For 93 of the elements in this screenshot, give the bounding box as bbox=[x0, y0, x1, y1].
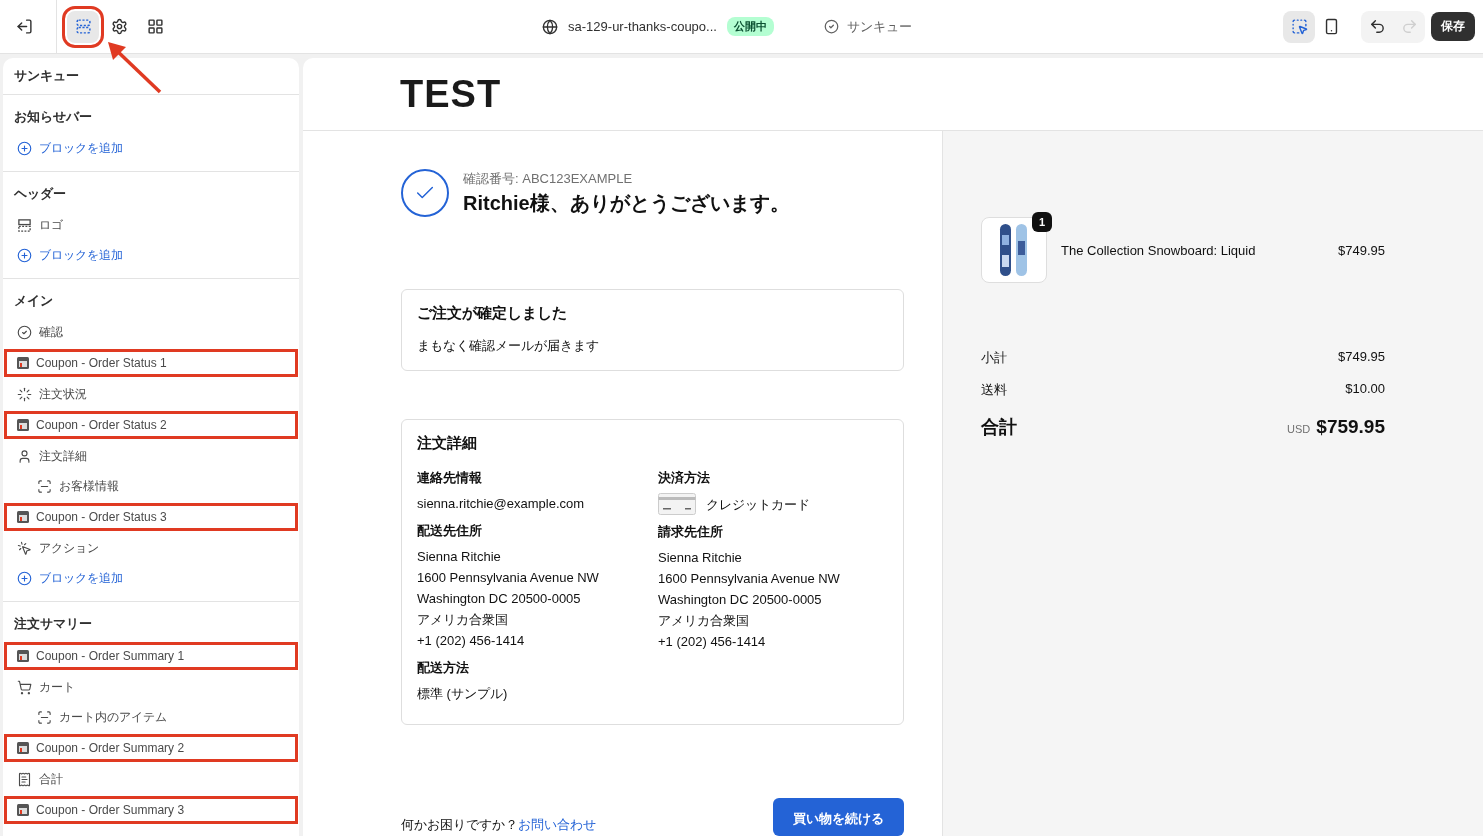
template-selector[interactable]: サンキュー bbox=[823, 17, 912, 36]
card-title: 注文詳細 bbox=[417, 434, 478, 453]
settings-icon bbox=[110, 18, 128, 35]
coupon-block-icon bbox=[17, 804, 29, 816]
save-button[interactable]: 保存 bbox=[1431, 12, 1475, 41]
add-block-link[interactable]: ブロックを追加 bbox=[3, 563, 299, 593]
quantity-badge: 1 bbox=[1032, 212, 1052, 232]
check-circle-icon bbox=[17, 324, 32, 340]
detail-text: アメリカ合衆国 bbox=[417, 611, 509, 629]
inspect-icon bbox=[1290, 18, 1308, 35]
detail-label: 配送先住所 bbox=[417, 522, 483, 540]
block-icon bbox=[37, 709, 52, 725]
sidebar-item[interactable]: 合計 bbox=[3, 764, 299, 794]
sections-icon bbox=[74, 18, 92, 35]
detail-text: Washington DC 20500-0005 bbox=[417, 590, 582, 608]
header-block-icon bbox=[17, 217, 32, 233]
add-block-link[interactable]: ブロックを追加 bbox=[3, 240, 299, 270]
total-value: $759.95 bbox=[1316, 416, 1385, 437]
sidebar-item[interactable]: ロゴ bbox=[3, 210, 299, 240]
apps-icon bbox=[146, 18, 164, 35]
detail-text: 1600 Pennsylvania Avenue NW bbox=[658, 570, 841, 588]
sidebar-item[interactable]: お客様情報 bbox=[3, 471, 299, 501]
sidebar-item[interactable]: Coupon - Order Summary 2 bbox=[3, 733, 299, 763]
detail-label: 配送方法 bbox=[417, 659, 470, 677]
sidebar-item[interactable]: カート内のアイテム bbox=[3, 702, 299, 732]
coupon-block-icon bbox=[17, 419, 29, 431]
undo-icon bbox=[1368, 18, 1386, 35]
sidebar-item[interactable]: Coupon - Order Summary 3 bbox=[3, 795, 299, 825]
detail-text: アメリカ合衆国 bbox=[658, 612, 750, 630]
credit-card-icon bbox=[658, 493, 696, 515]
redo-icon bbox=[1400, 18, 1418, 35]
confirmation-number: 確認番号: ABC123EXAMPLE bbox=[463, 169, 634, 188]
product-name: The Collection Snowboard: Liquid bbox=[1061, 242, 1257, 258]
sidebar-item[interactable]: 注文状況 bbox=[3, 379, 299, 409]
detail-text: sienna.ritchie@example.com bbox=[417, 495, 586, 513]
action-icon bbox=[17, 540, 32, 556]
sidebar-item[interactable]: Coupon - Order Status 2 bbox=[3, 410, 299, 440]
check-circle-icon bbox=[823, 19, 839, 34]
coupon-block-icon bbox=[17, 357, 29, 369]
help-text: 何かお困りですか？お問い合わせ bbox=[401, 816, 596, 834]
detail-text: Sienna Ritchie bbox=[417, 548, 502, 566]
cart-icon bbox=[17, 679, 32, 695]
detail-label: 連絡先情報 bbox=[417, 469, 483, 487]
contact-link[interactable]: お問い合わせ bbox=[518, 817, 596, 832]
section-heading: ヘッダー bbox=[13, 185, 67, 203]
sidebar-item[interactable]: アクション bbox=[3, 533, 299, 563]
thank-you-heading: Ritchie様、ありがとうございます。 bbox=[463, 190, 790, 216]
page-icon bbox=[542, 18, 559, 35]
page-title[interactable]: sa-129-ur-thanks-coupo... bbox=[568, 19, 717, 34]
summary-value: $749.95 bbox=[1338, 349, 1385, 366]
section-heading: お知らせバー bbox=[13, 108, 93, 126]
section-heading: メイン bbox=[13, 292, 54, 310]
detail-text: 1600 Pennsylvania Avenue NW bbox=[417, 569, 600, 587]
continue-shopping-button[interactable]: 買い物を続ける bbox=[773, 798, 904, 836]
detail-label: 決済方法 bbox=[658, 469, 711, 487]
detail-text: 標準 (サンプル) bbox=[417, 685, 509, 703]
sidebar-item[interactable]: Coupon - Order Status 3 bbox=[3, 502, 299, 532]
summary-value: $10.00 bbox=[1345, 381, 1385, 398]
summary-label: 小計 bbox=[981, 349, 1007, 367]
card-title: ご注文が確定しました bbox=[417, 304, 568, 323]
exit-icon bbox=[15, 18, 33, 35]
product-price: $749.95 bbox=[1338, 242, 1385, 258]
total-label: 合計 bbox=[981, 416, 1017, 439]
coupon-block-icon bbox=[17, 511, 29, 523]
inspect-button[interactable] bbox=[1283, 10, 1315, 43]
person-icon bbox=[17, 448, 32, 464]
detail-text: +1 (202) 456-1414 bbox=[658, 633, 767, 651]
check-circle-icon bbox=[401, 169, 449, 217]
coupon-block-icon bbox=[17, 742, 29, 754]
add-icon bbox=[17, 570, 32, 586]
add-icon bbox=[17, 140, 32, 156]
sidebar-item[interactable]: 注文詳細 bbox=[3, 441, 299, 471]
block-icon bbox=[37, 478, 52, 494]
summary-label: 送料 bbox=[981, 381, 1007, 399]
section-heading: 注文サマリー bbox=[13, 615, 93, 633]
currency-code: USD bbox=[1287, 423, 1311, 435]
status-badge: 公開中 bbox=[726, 17, 774, 36]
coupon-block-icon bbox=[17, 650, 29, 662]
add-block-link[interactable]: ブロックを追加 bbox=[3, 133, 299, 163]
detail-text: クレジットカード bbox=[706, 495, 810, 514]
card-text: まもなく確認メールが届きます bbox=[417, 337, 600, 355]
detail-text: +1 (202) 456-1414 bbox=[417, 632, 526, 650]
detail-text: Washington DC 20500-0005 bbox=[658, 591, 823, 609]
status-icon bbox=[17, 386, 32, 402]
sidebar-item[interactable]: 確認 bbox=[3, 317, 299, 347]
detail-text: Sienna Ritchie bbox=[658, 549, 743, 567]
sidebar-item[interactable]: Coupon - Order Summary 1 bbox=[3, 641, 299, 671]
sidebar-title: サンキュー bbox=[3, 58, 299, 95]
add-icon bbox=[17, 247, 32, 263]
receipt-icon bbox=[17, 771, 32, 787]
sidebar-item[interactable]: カート bbox=[3, 672, 299, 702]
sidebar-item[interactable]: Coupon - Order Status 1 bbox=[3, 348, 299, 378]
detail-label: 請求先住所 bbox=[658, 523, 724, 541]
